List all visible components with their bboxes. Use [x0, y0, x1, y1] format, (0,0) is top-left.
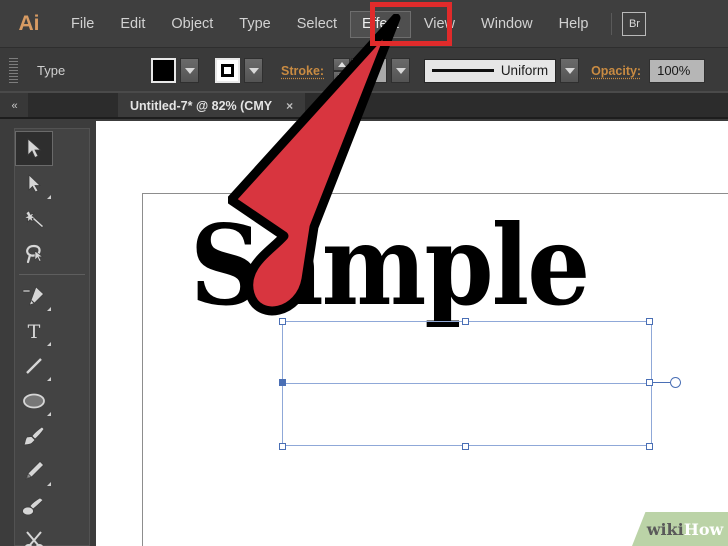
watermark-suffix: How	[683, 519, 724, 539]
line-segment-icon	[26, 357, 42, 374]
width-profile-dropdown-button[interactable]	[560, 58, 580, 83]
tool-ellipse[interactable]	[15, 383, 53, 418]
menu-item-effect[interactable]: Effect	[350, 10, 411, 38]
document-tab-bar: « Untitled-7* @ 82% (CMY ×	[0, 93, 728, 119]
menu-item-window[interactable]: Window	[468, 0, 546, 48]
width-profile-label: Uniform	[500, 63, 549, 78]
document-tab[interactable]: Untitled-7* @ 82% (CMY ×	[118, 93, 306, 119]
tool-paintbrush[interactable]	[15, 418, 53, 453]
app-logo-icon: Ai	[18, 12, 40, 35]
menu-bar: Ai File Edit Object Type Select Effect V…	[0, 0, 728, 48]
tool-type[interactable]: T	[15, 313, 53, 348]
fill-color-swatch[interactable]	[151, 58, 176, 83]
selection-context-label: Type	[37, 63, 66, 78]
flyout-indicator-icon	[47, 307, 51, 311]
scissors-icon	[24, 530, 44, 546]
illustrator-window: Ai File Edit Object Type Select Effect V…	[0, 0, 728, 546]
type-T-icon: T	[28, 321, 41, 341]
blob-brush-icon	[22, 497, 44, 515]
lasso-icon	[25, 244, 43, 263]
tools-panel: T	[14, 128, 90, 546]
tool-scissors[interactable]	[15, 523, 53, 546]
stroke-swatch-inner	[221, 64, 234, 77]
watermark-text: wiki How	[632, 512, 728, 546]
stroke-weight-stepper[interactable]	[333, 58, 351, 83]
ellipse-icon	[23, 393, 45, 408]
width-profile-select[interactable]: Uniform	[424, 58, 557, 83]
stroke-dropdown-button[interactable]	[244, 58, 263, 83]
menu-item-file[interactable]: File	[58, 0, 107, 48]
menu-item-help[interactable]: Help	[546, 0, 602, 48]
tool-magic-wand[interactable]	[15, 201, 53, 236]
direct-selection-arrow-icon	[28, 173, 41, 193]
pen-nib-icon	[22, 285, 45, 306]
tools-divider	[19, 274, 85, 275]
flyout-indicator-icon	[47, 482, 51, 486]
chevron-down-icon	[395, 67, 406, 74]
tool-blob-brush[interactable]	[15, 488, 53, 523]
caret-up-icon	[337, 61, 346, 67]
chevron-down-icon	[184, 67, 195, 74]
magic-wand-icon	[23, 210, 44, 228]
opacity-input[interactable]: 100%	[649, 58, 706, 83]
tool-pencil[interactable]	[15, 453, 53, 488]
menu-item-object[interactable]: Object	[158, 0, 226, 48]
tool-lasso[interactable]	[15, 236, 53, 271]
text-object-sample[interactable]: Sample	[190, 210, 590, 322]
stepper-down-button[interactable]	[333, 70, 351, 83]
canvas-area[interactable]: Sample	[96, 121, 728, 546]
tool-direct-selection[interactable]	[15, 166, 53, 201]
fill-dropdown-button[interactable]	[180, 58, 199, 83]
svg-text:T: T	[28, 321, 41, 341]
watermark-prefix: wiki	[646, 519, 684, 539]
menu-divider	[611, 13, 613, 35]
chevron-down-icon	[248, 67, 259, 74]
wikihow-watermark: wiki How	[632, 512, 728, 546]
flyout-indicator-icon	[47, 412, 51, 416]
menu-item-select[interactable]: Select	[284, 0, 350, 48]
stroke-color-swatch[interactable]	[215, 58, 240, 83]
document-tab-label: Untitled-7* @ 82% (CMY	[130, 99, 273, 113]
stroke-weight-dropdown-button[interactable]	[391, 58, 411, 83]
menu-item-view[interactable]: View	[411, 0, 468, 48]
caret-down-icon	[337, 74, 346, 80]
width-profile-preview-icon	[432, 69, 495, 72]
flyout-indicator-icon	[47, 195, 51, 199]
pencil-icon	[25, 460, 44, 480]
paintbrush-icon	[23, 426, 45, 446]
flyout-indicator-icon	[47, 377, 51, 381]
tool-line-segment[interactable]	[15, 348, 53, 383]
stroke-weight-label: Stroke:	[281, 63, 325, 78]
menu-item-type[interactable]: Type	[226, 0, 283, 48]
stepper-up-button[interactable]	[333, 58, 351, 71]
options-bar-grip[interactable]	[9, 57, 18, 84]
stroke-weight-input[interactable]	[351, 58, 388, 83]
tool-pen[interactable]	[15, 278, 53, 313]
close-icon[interactable]: ×	[286, 99, 293, 113]
flyout-indicator-icon	[47, 342, 51, 346]
tool-selection[interactable]	[15, 131, 53, 166]
chevron-down-icon	[564, 67, 575, 74]
selection-arrow-icon	[27, 138, 42, 159]
panel-collapse-button[interactable]: «	[0, 93, 28, 119]
bridge-button[interactable]: Br	[622, 12, 647, 36]
control-options-bar: Type Stroke: Uniform Opacity: 100%	[0, 48, 728, 93]
opacity-label: Opacity:	[591, 63, 642, 78]
menu-item-edit[interactable]: Edit	[107, 0, 158, 48]
